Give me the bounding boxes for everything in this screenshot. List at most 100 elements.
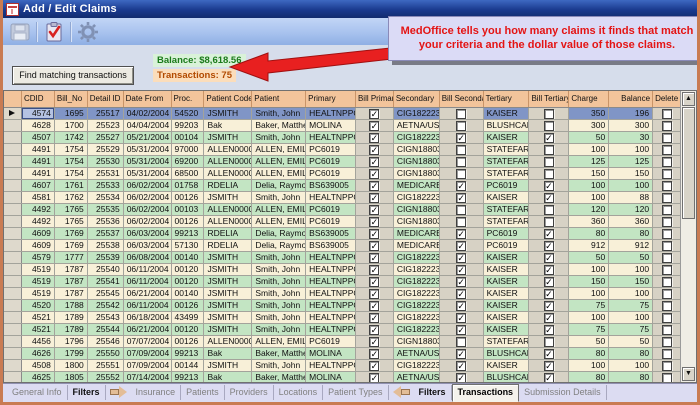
bill-secondary-checkbox[interactable]: ✓ bbox=[456, 301, 466, 311]
scroll-up-button[interactable]: ▲ bbox=[682, 92, 695, 106]
table-row[interactable]: 451917872554006/11/200400120JSMITHSmith,… bbox=[4, 264, 681, 276]
record-selector-cell[interactable] bbox=[4, 204, 22, 215]
bill-primary-checkbox[interactable]: ✓ bbox=[369, 349, 379, 359]
delete-checkbox[interactable] bbox=[662, 361, 672, 371]
table-row[interactable]: 452117892554306/18/200443499JSMITHSmith,… bbox=[4, 312, 681, 324]
delete-checkbox[interactable] bbox=[662, 169, 672, 179]
bill-secondary-checkbox[interactable]: ✓ bbox=[456, 313, 466, 323]
column-header-patient-code[interactable]: Patient Code bbox=[204, 91, 252, 107]
delete-checkbox[interactable] bbox=[662, 313, 672, 323]
record-selector-cell[interactable] bbox=[4, 300, 22, 311]
record-selector-cell[interactable] bbox=[4, 252, 22, 263]
bill-primary-checkbox[interactable]: ✓ bbox=[369, 265, 379, 275]
bill-tertiary-checkbox[interactable]: ✓ bbox=[544, 277, 554, 287]
table-row[interactable]: 450717422552705/21/200400104JSMITHSmith,… bbox=[4, 132, 681, 144]
bill-primary-checkbox[interactable]: ✓ bbox=[369, 277, 379, 287]
record-selector-cell[interactable] bbox=[4, 228, 22, 239]
bill-secondary-checkbox[interactable]: ✓ bbox=[456, 265, 466, 275]
delete-checkbox[interactable] bbox=[662, 193, 672, 203]
table-row[interactable]: 449217652553506/02/200400103ALLEN0000ALL… bbox=[4, 204, 681, 216]
scrollbar-thumb[interactable] bbox=[682, 107, 695, 219]
column-header-bill-primary[interactable]: Bill Primary bbox=[356, 91, 394, 107]
bill-primary-checkbox[interactable]: ✓ bbox=[369, 253, 379, 263]
tab-patients[interactable]: Patients bbox=[181, 385, 225, 400]
bill-secondary-checkbox[interactable]: ✓ bbox=[456, 373, 466, 383]
column-header-date-from[interactable]: Date From bbox=[124, 91, 172, 107]
bill-primary-checkbox[interactable]: ✓ bbox=[369, 157, 379, 167]
bill-secondary-checkbox[interactable]: ✓ bbox=[456, 361, 466, 371]
record-selector-cell[interactable] bbox=[4, 144, 22, 155]
table-row[interactable]: 449117542553005/31/200469200ALLEN0000ALL… bbox=[4, 156, 681, 168]
bill-primary-checkbox[interactable]: ✓ bbox=[369, 325, 379, 335]
bill-secondary-checkbox[interactable]: ✓ bbox=[456, 193, 466, 203]
record-selector-cell[interactable] bbox=[4, 156, 22, 167]
delete-checkbox[interactable] bbox=[662, 373, 672, 383]
bill-primary-checkbox[interactable]: ✓ bbox=[369, 337, 379, 347]
tab-filters[interactable]: Filters bbox=[414, 385, 452, 400]
column-header-bill-no[interactable]: Bill_No bbox=[55, 91, 88, 107]
bill-secondary-checkbox[interactable]: ✓ bbox=[456, 253, 466, 263]
column-header-patient[interactable]: Patient bbox=[252, 91, 306, 107]
delete-checkbox[interactable] bbox=[662, 265, 672, 275]
table-row[interactable]: 460717612553306/02/200401758RDELIADelia,… bbox=[4, 180, 681, 192]
column-header-proc[interactable]: Proc. bbox=[172, 91, 205, 107]
bill-secondary-checkbox[interactable] bbox=[456, 145, 466, 155]
delete-checkbox[interactable] bbox=[662, 205, 672, 215]
table-row[interactable]: 449217652553606/02/200400126ALLEN0000ALL… bbox=[4, 216, 681, 228]
bill-tertiary-checkbox[interactable]: ✓ bbox=[544, 229, 554, 239]
table-row[interactable]: 450818002555107/09/200400144JSMITHSmith,… bbox=[4, 360, 681, 372]
record-selector-cell[interactable] bbox=[4, 108, 22, 119]
bill-secondary-checkbox[interactable]: ✓ bbox=[456, 241, 466, 251]
tab-transactions[interactable]: Transactions bbox=[452, 384, 520, 402]
bill-primary-checkbox[interactable]: ✓ bbox=[369, 193, 379, 203]
tab-providers[interactable]: Providers bbox=[225, 385, 274, 400]
bill-primary-checkbox[interactable]: ✓ bbox=[369, 109, 379, 119]
delete-checkbox[interactable] bbox=[662, 241, 672, 251]
record-selector-cell[interactable] bbox=[4, 276, 22, 287]
bill-tertiary-checkbox[interactable] bbox=[544, 145, 554, 155]
table-row[interactable]: 452017882554206/11/200400126JSMITHSmith,… bbox=[4, 300, 681, 312]
table-row[interactable]: 462817002552304/04/200499203BakBaker, Ma… bbox=[4, 120, 681, 132]
column-header-bill-secondary[interactable]: Bill Secondary bbox=[440, 91, 484, 107]
bill-secondary-checkbox[interactable] bbox=[456, 109, 466, 119]
tab-locations[interactable]: Locations bbox=[274, 385, 324, 400]
delete-checkbox[interactable] bbox=[662, 217, 672, 227]
delete-checkbox[interactable] bbox=[662, 325, 672, 335]
bill-secondary-checkbox[interactable]: ✓ bbox=[456, 289, 466, 299]
bill-secondary-checkbox[interactable]: ✓ bbox=[456, 325, 466, 335]
bill-primary-checkbox[interactable]: ✓ bbox=[369, 169, 379, 179]
bill-primary-checkbox[interactable]: ✓ bbox=[369, 289, 379, 299]
table-row[interactable]: 460917692553706/03/200499213RDELIADelia,… bbox=[4, 228, 681, 240]
table-row[interactable]: 457917772553906/08/200400140JSMITHSmith,… bbox=[4, 252, 681, 264]
bill-tertiary-checkbox[interactable]: ✓ bbox=[544, 181, 554, 191]
bill-tertiary-checkbox[interactable]: ✓ bbox=[544, 253, 554, 263]
bill-primary-checkbox[interactable]: ✓ bbox=[369, 373, 379, 383]
table-row[interactable]: 460917692553806/03/200457130RDELIADelia,… bbox=[4, 240, 681, 252]
scroll-down-button[interactable]: ▼ bbox=[682, 367, 695, 381]
bill-primary-checkbox[interactable]: ✓ bbox=[369, 145, 379, 155]
bill-tertiary-checkbox[interactable]: ✓ bbox=[544, 349, 554, 359]
column-header-primary[interactable]: Primary bbox=[306, 91, 356, 107]
bill-tertiary-checkbox[interactable] bbox=[544, 337, 554, 347]
bill-secondary-checkbox[interactable] bbox=[456, 157, 466, 167]
bill-primary-checkbox[interactable]: ✓ bbox=[369, 313, 379, 323]
tab-general-info[interactable]: General Info bbox=[7, 385, 68, 400]
bill-primary-checkbox[interactable]: ✓ bbox=[369, 241, 379, 251]
delete-checkbox[interactable] bbox=[662, 289, 672, 299]
table-row[interactable]: 462518052555207/14/200499213BakBaker, Ma… bbox=[4, 372, 681, 382]
settings-button[interactable] bbox=[75, 20, 101, 44]
table-row[interactable]: 452117892554406/21/200400120JSMITHSmith,… bbox=[4, 324, 681, 336]
delete-checkbox[interactable] bbox=[662, 157, 672, 167]
table-row[interactable]: 457416952551704/02/200454520JSMITHSmith,… bbox=[4, 108, 681, 120]
bill-secondary-checkbox[interactable] bbox=[456, 121, 466, 131]
bill-tertiary-checkbox[interactable]: ✓ bbox=[544, 361, 554, 371]
bill-secondary-checkbox[interactable]: ✓ bbox=[456, 181, 466, 191]
delete-checkbox[interactable] bbox=[662, 121, 672, 131]
bill-primary-checkbox[interactable]: ✓ bbox=[369, 205, 379, 215]
record-selector-cell[interactable] bbox=[4, 132, 22, 143]
column-header-detail-id[interactable]: Detail ID bbox=[88, 91, 124, 107]
column-header-balance[interactable]: Balance bbox=[609, 91, 653, 107]
bill-primary-checkbox[interactable]: ✓ bbox=[369, 133, 379, 143]
bill-secondary-checkbox[interactable]: ✓ bbox=[456, 133, 466, 143]
delete-checkbox[interactable] bbox=[662, 277, 672, 287]
